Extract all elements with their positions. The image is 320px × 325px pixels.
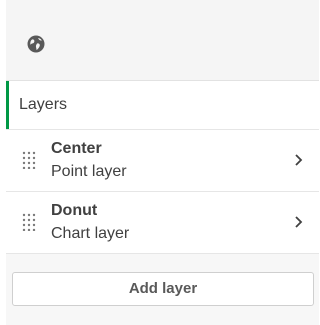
drag-handle-icon[interactable]: [22, 213, 38, 231]
layer-type: Point layer: [51, 163, 127, 180]
layer-list: Center Point layer Donut Chart layer: [6, 130, 319, 254]
add-layer-button[interactable]: Add layer: [12, 272, 314, 306]
section-accent-bar: [6, 81, 9, 129]
globe-icon[interactable]: [26, 34, 46, 54]
chevron-right-icon[interactable]: [293, 214, 305, 230]
panel-header: [6, 0, 319, 81]
layer-name: Donut: [51, 202, 98, 219]
chevron-right-icon[interactable]: [293, 152, 305, 168]
section-title: Layers: [19, 96, 68, 113]
layer-name: Center: [51, 140, 102, 157]
layer-item-center[interactable]: Center Point layer: [6, 130, 319, 192]
layer-item-donut[interactable]: Donut Chart layer: [6, 192, 319, 254]
layer-type: Chart layer: [51, 225, 130, 242]
layers-section-header[interactable]: Layers: [6, 81, 319, 130]
drag-handle-icon[interactable]: [22, 151, 38, 169]
